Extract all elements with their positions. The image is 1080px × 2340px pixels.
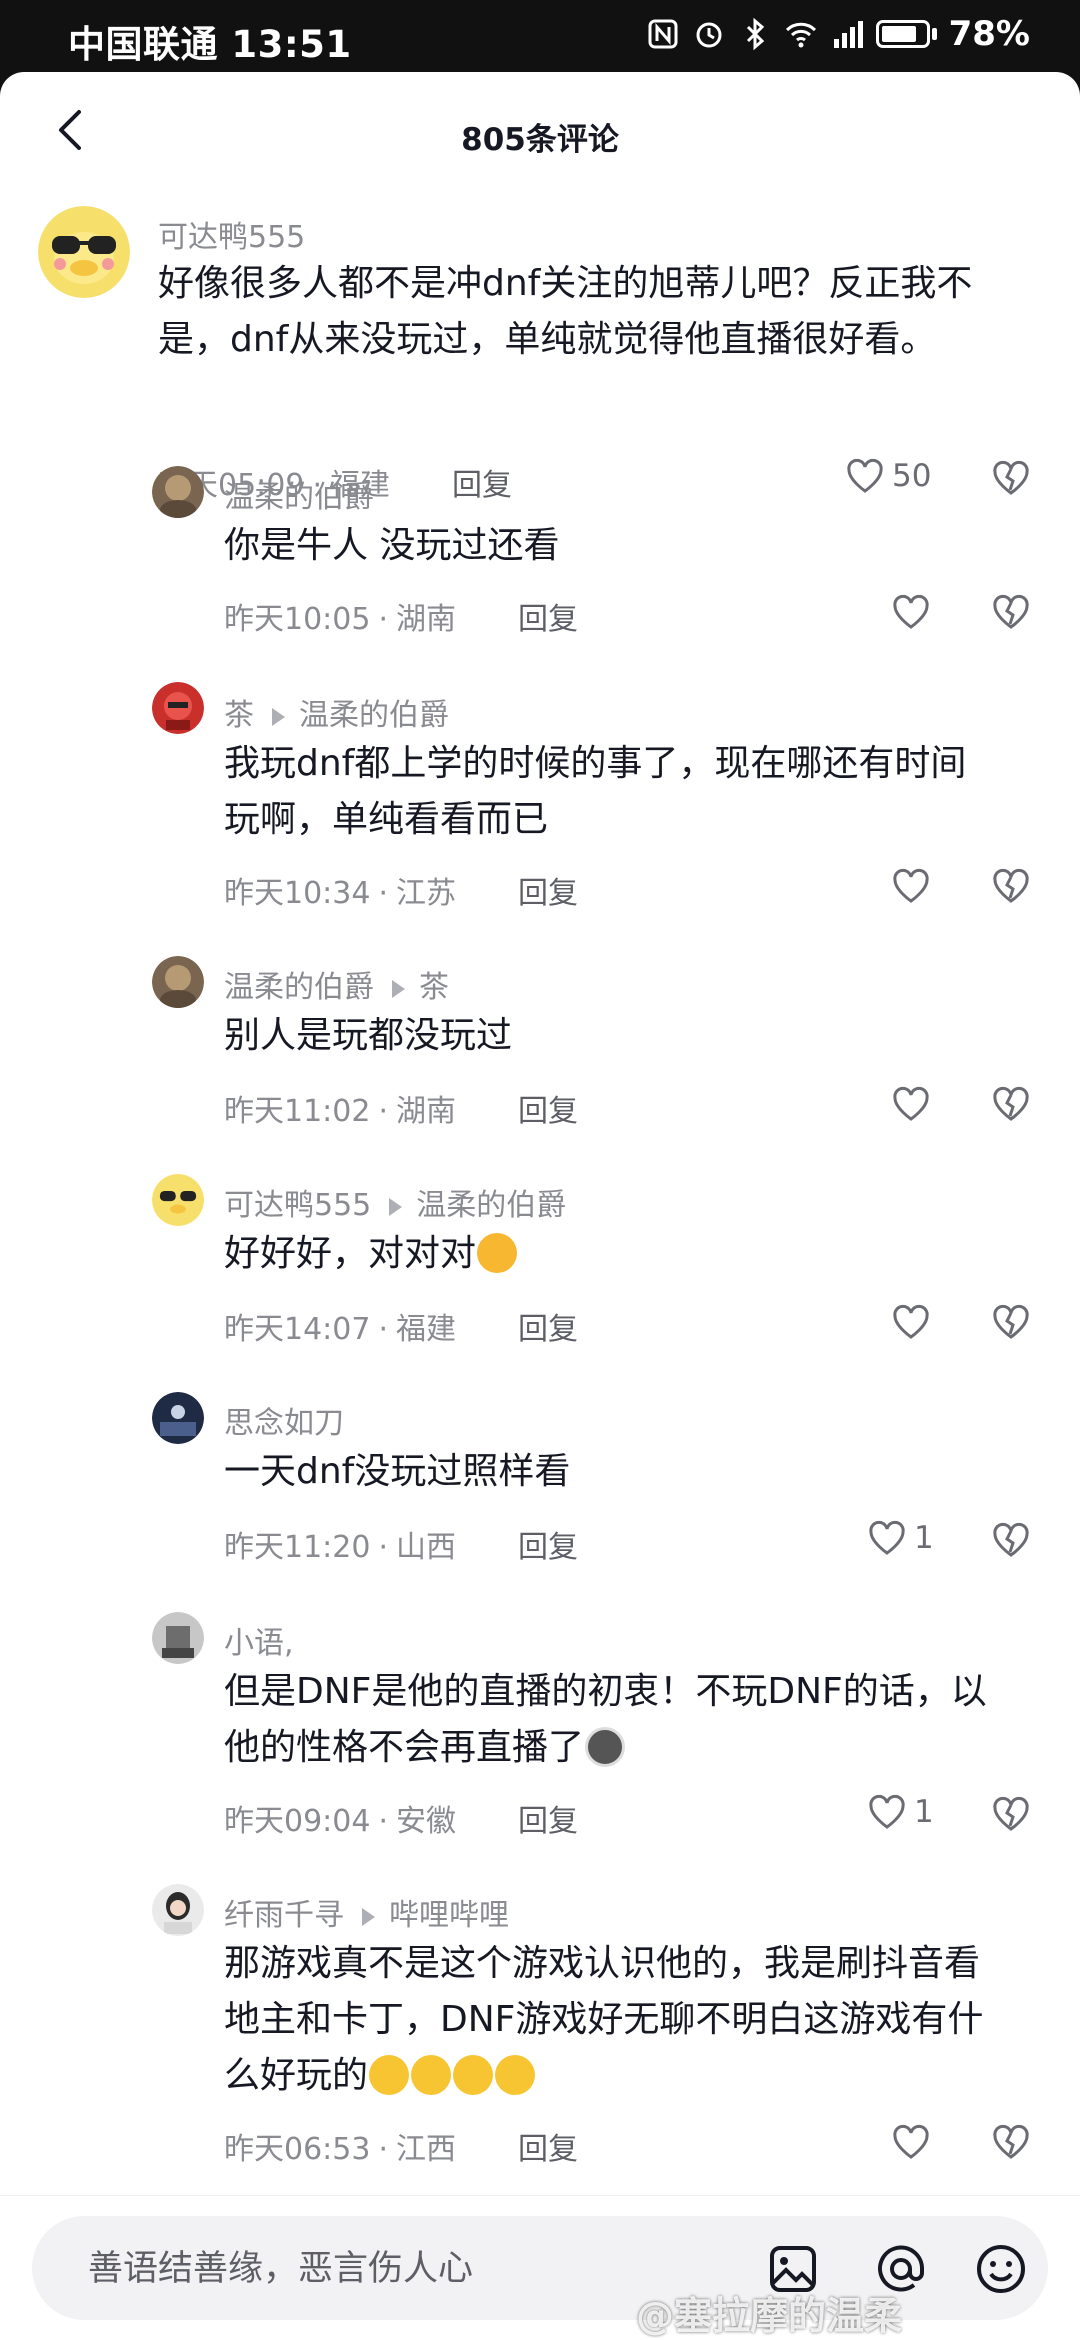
avatar[interactable] [152,1612,204,1664]
broken-heart-icon[interactable] [992,460,1030,496]
reply-to-user: 温柔的伯爵 [416,1188,567,1223]
like-button[interactable]: 1 [868,1794,934,1830]
like-count: 50 [892,458,932,494]
reply-button[interactable]: 回复 [518,1522,578,1566]
like-button[interactable]: 50 [846,458,931,494]
comment-text: 那游戏真不是这个游戏认识他的，我是刷抖音看 地主和卡丁，DNF游戏好无聊不明白这游… [224,1943,984,2096]
broken-heart-icon[interactable] [992,594,1030,630]
wifi-icon [785,22,816,48]
heart-icon[interactable] [892,868,930,904]
comment-username[interactable]: 温柔的伯爵 [224,472,374,516]
reply-button[interactable]: 回复 [518,1304,578,1348]
comment-text: 好像很多人都不是冲dnf关注的旭蒂儿吧？反正我不 是，dnf从来没玩过，单纯就觉… [158,263,973,360]
laughing-emoji-icon [411,2055,452,2095]
status-bar: 中国联通 13:51 78% [0,0,1080,72]
broken-heart-icon[interactable] [992,1522,1030,1558]
comment-meta: 昨天10:34 · 江苏 [224,876,457,911]
comment-meta: 昨天11:20 · 山西 [224,1530,457,1565]
broken-heart-icon[interactable] [992,1304,1030,1340]
like-count: 1 [914,1794,934,1830]
comment-text: 你是牛人 没玩过还看 [224,525,560,566]
header: 805条评论 [0,72,1080,192]
comment-meta: 昨天06:53 · 江西 [224,2132,457,2167]
reply-to-user: 哔哩哔哩 [389,1898,509,1933]
comment-username[interactable]: 可达鸭555 [158,212,305,256]
comment-username[interactable]: 可达鸭555 温柔的伯爵 [224,1180,566,1224]
comment-meta: 昨天11:02 · 湖南 [224,1094,457,1129]
reply-button[interactable]: 回复 [518,1796,578,1840]
comment-username[interactable]: 温柔的伯爵茶 [224,962,449,1006]
input-placeholder: 善语结善缘，恶言伤人心 [88,2249,474,2289]
avatar[interactable] [152,466,204,518]
comment-username[interactable]: 茶温柔的伯爵 [224,690,449,734]
comment-text: 一天dnf没玩过照样看 [224,1451,571,1492]
heart-eyes-emoji-icon [477,1233,518,1273]
laughing-emoji-icon [369,2055,410,2095]
heart-icon[interactable] [892,594,930,630]
bluetooth-icon [746,17,764,51]
heart-icon [847,458,883,493]
reply-button[interactable]: 回复 [452,460,512,504]
husky-emoji-icon [585,1727,626,1767]
reply-to-user: 温柔的伯爵 [299,698,449,733]
comment-text: 我玩dnf都上学的时候的事了，现在哪还有时间 玩啊，单纯看看而已 [224,743,967,840]
avatar[interactable] [152,1174,204,1226]
status-icons: 78% [646,14,1030,54]
reply-button[interactable]: 回复 [518,2124,578,2168]
comment-text: 好好好，对对对 [224,1226,518,1282]
reply-button[interactable]: 回复 [518,1086,578,1130]
broken-heart-icon[interactable] [992,1086,1030,1122]
heart-icon [869,1520,905,1555]
laughing-emoji-icon [453,2055,494,2095]
broken-heart-icon[interactable] [992,1796,1030,1832]
comment-count-title: 805条评论 [461,122,619,158]
heart-icon [869,1794,905,1829]
broken-heart-icon[interactable] [992,868,1030,904]
comment-input-bar: 善语结善缘，恶言伤人心 [0,2195,1080,2340]
nfc-icon [648,19,678,49]
heart-icon[interactable] [892,1086,930,1122]
reply-button[interactable]: 回复 [518,594,578,638]
watermark: @塞拉摩的温柔 [636,2294,903,2338]
comment-text: 别人是玩都没玩过 [224,1015,513,1056]
comment-meta: 昨天09:04 · 安徽 [224,1804,457,1839]
reply-button[interactable]: 回复 [518,868,578,912]
comment-meta: 昨天10:05 · 湖南 [224,602,457,637]
comment-username[interactable]: 思念如刀 [224,1398,344,1442]
laughing-emoji-icon [495,2055,536,2095]
avatar[interactable] [38,206,130,298]
avatar[interactable] [152,1392,204,1444]
carrier-time: 中国联通 13:51 [68,23,352,66]
like-count: 1 [914,1520,934,1556]
avatar[interactable] [152,682,204,734]
comment-username[interactable]: 纤雨千寻 哔哩哔哩 [224,1890,509,1934]
avatar[interactable] [152,1884,204,1936]
comments-panel: 805条评论 可达鸭555 好像很多人都不是冲dnf关注的旭蒂儿吧？反正我不 是… [0,72,1080,2340]
battery-level: 78% [948,14,1030,54]
broken-heart-icon[interactable] [992,2124,1030,2160]
reply-to-user: 茶 [419,970,449,1005]
emoji-icon[interactable] [972,2240,1030,2298]
comment-username[interactable]: 小语, [224,1618,294,1662]
comment-text: 但是DNF是他的直播的初衷！不玩DNF的话，以 他的性格不会再直播了 [224,1671,987,1768]
heart-icon[interactable] [892,2124,930,2160]
signal-icon [833,21,863,48]
comment-meta: 昨天14:07 · 福建 [224,1312,457,1347]
heart-icon[interactable] [892,1304,930,1340]
avatar[interactable] [152,956,204,1008]
like-button[interactable]: 1 [868,1520,934,1556]
alarm-icon [696,22,722,48]
battery-icon [875,20,930,48]
